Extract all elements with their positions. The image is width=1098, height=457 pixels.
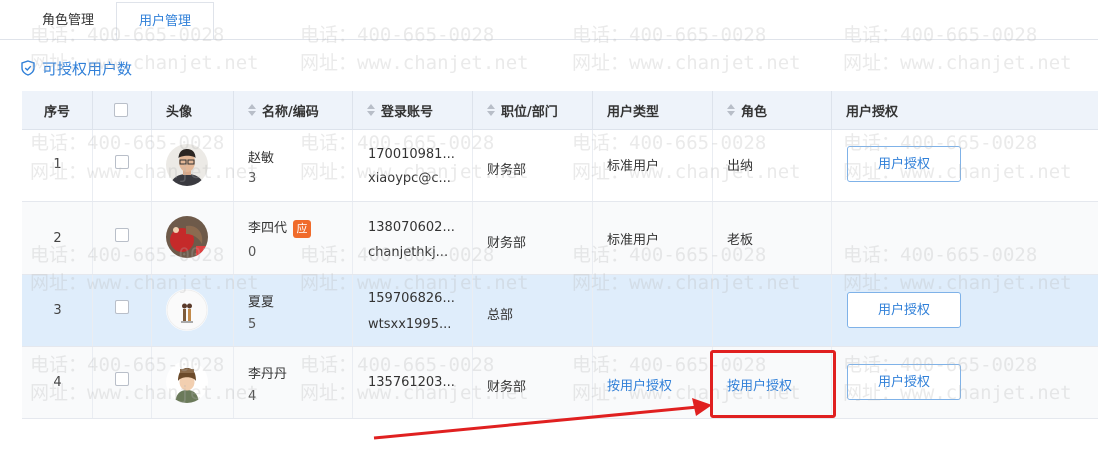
user-dept: 财务部: [487, 163, 527, 178]
user-name: 李丹丹: [248, 367, 288, 382]
user-code: 5: [248, 317, 257, 332]
row-checkbox[interactable]: [115, 300, 129, 314]
table-row[interactable]: 3 夏夏 5 159706826... wtsxx1995... 总部 用户授权: [22, 275, 1098, 347]
tab-divider: [0, 39, 1098, 40]
section-heading: 可授权用户数: [20, 56, 132, 80]
table-header: 序号 头像 名称/编码 登录账号 职位/部门 用户类型 角色 用户授权: [22, 91, 1098, 130]
header-user-type: 用户类型: [593, 91, 713, 129]
sort-icon[interactable]: [248, 104, 256, 116]
user-dept: 总部: [487, 308, 514, 323]
account-phone: 138070602...: [368, 220, 455, 235]
user-auth-button[interactable]: 用户授权: [847, 146, 961, 182]
shield-check-icon: [21, 60, 35, 76]
user-code: 3: [248, 171, 257, 186]
user-name: 赵敏: [248, 151, 275, 166]
avatar: [166, 216, 208, 258]
account-email: chanjethkj...: [368, 245, 449, 260]
row-seq: 3: [53, 303, 62, 318]
row-seq: 1: [53, 157, 62, 172]
user-name: 李四代: [248, 221, 288, 236]
header-role[interactable]: 角色: [713, 91, 832, 129]
row-seq: 4: [53, 375, 62, 390]
row-seq: 2: [53, 231, 62, 246]
table-row[interactable]: 1 赵敏 3 170010981... xiaoypc@c... 财务部 标准用…: [22, 130, 1098, 202]
header-role-label: 角色: [741, 104, 768, 120]
table-row[interactable]: 2 李四代应 0 138070602... chanjethkj... 财务部 …: [22, 202, 1098, 275]
user-role: 老板: [727, 233, 754, 248]
user-code: 0: [248, 245, 257, 260]
user-auth-button[interactable]: 用户授权: [847, 364, 961, 400]
user-dept: 财务部: [487, 236, 527, 251]
select-all-checkbox[interactable]: [114, 103, 128, 117]
sort-icon[interactable]: [487, 104, 495, 116]
header-account[interactable]: 登录账号: [353, 91, 473, 129]
badge: 应: [293, 219, 312, 238]
account-phone: 170010981...: [368, 147, 455, 162]
tab-bar: 角色管理 用户管理: [0, 0, 1098, 40]
header-auth: 用户授权: [846, 104, 899, 120]
header-account-label: 登录账号: [381, 104, 434, 120]
user-role: 出纳: [727, 159, 754, 174]
header-dept-label: 职位/部门: [501, 104, 558, 120]
header-dept[interactable]: 职位/部门: [473, 91, 593, 129]
user-name: 夏夏: [248, 295, 275, 310]
section-title: 可授权用户数: [42, 59, 133, 78]
arrow-icon: [373, 398, 712, 440]
users-table: 序号 头像 名称/编码 登录账号 职位/部门 用户类型 角色 用户授权 1 赵敏…: [22, 91, 1098, 419]
account-email: wtsxx1995...: [368, 317, 452, 332]
header-name-label: 名称/编码: [262, 104, 319, 120]
user-code: 4: [248, 389, 257, 404]
header-seq: 序号: [22, 91, 93, 129]
user-type: 标准用户: [607, 233, 660, 248]
avatar: [166, 361, 208, 403]
row-checkbox[interactable]: [115, 372, 129, 386]
header-name[interactable]: 名称/编码: [234, 91, 353, 129]
tab-user-management[interactable]: 用户管理: [116, 2, 214, 40]
avatar: [166, 289, 208, 331]
row-checkbox[interactable]: [115, 155, 129, 169]
sort-icon[interactable]: [727, 104, 735, 116]
tab-role-management[interactable]: 角色管理: [22, 2, 114, 40]
watermark-site: 网址：www.chanjet.net: [300, 52, 529, 74]
user-name-wrap: 李四代应: [248, 217, 312, 238]
user-auth-button[interactable]: 用户授权: [847, 292, 961, 328]
watermark-site: 网址：www.chanjet.net: [843, 52, 1072, 74]
avatar: [166, 144, 208, 186]
watermark-site: 网址：www.chanjet.net: [572, 52, 801, 74]
header-select-all: [93, 91, 152, 129]
account-phone: 159706826...: [368, 291, 455, 306]
account-email: xiaoypc@c...: [368, 171, 451, 186]
header-avatar: 头像: [152, 91, 234, 129]
sort-icon[interactable]: [367, 104, 375, 116]
user-type: 标准用户: [607, 159, 660, 174]
row-checkbox[interactable]: [115, 228, 129, 242]
